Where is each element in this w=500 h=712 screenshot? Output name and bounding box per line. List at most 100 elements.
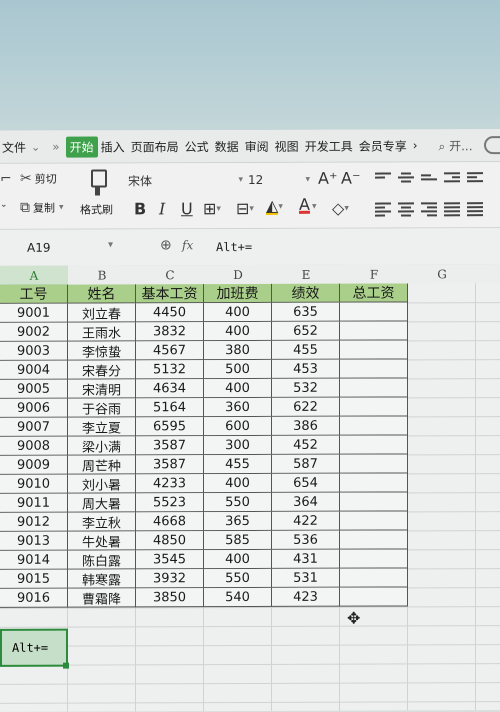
table-cell[interactable]: 李立秋 bbox=[68, 512, 136, 532]
table-cell[interactable]: 652 bbox=[272, 321, 340, 341]
table-cell[interactable]: 9010 bbox=[0, 474, 68, 494]
table-header-cell[interactable]: 基本工资 bbox=[136, 284, 204, 304]
table-cell[interactable]: 500 bbox=[204, 359, 272, 380]
table-cell[interactable] bbox=[340, 359, 408, 379]
align-right-icon[interactable] bbox=[421, 200, 437, 217]
tab-home[interactable]: 开始 bbox=[65, 136, 98, 158]
indent-icon[interactable] bbox=[444, 170, 460, 184]
table-cell[interactable]: 431 bbox=[272, 549, 340, 569]
table-cell[interactable]: 9011 bbox=[0, 493, 68, 513]
column-header-d[interactable]: D bbox=[204, 264, 273, 285]
table-cell[interactable]: 422 bbox=[272, 511, 340, 531]
double-chevron-icon[interactable]: » bbox=[46, 140, 65, 154]
table-cell[interactable]: 3545 bbox=[136, 550, 204, 570]
table-cell[interactable] bbox=[340, 302, 408, 322]
font-size-select[interactable]: 12 ▾ bbox=[236, 170, 310, 190]
table-cell[interactable]: 3932 bbox=[136, 569, 204, 589]
table-cell[interactable]: 532 bbox=[272, 378, 340, 398]
table-cell[interactable]: 3850 bbox=[136, 588, 204, 608]
table-cell[interactable] bbox=[340, 473, 408, 493]
table-cell[interactable]: 453 bbox=[272, 359, 340, 379]
font-color-button[interactable]: A ▾ bbox=[299, 195, 316, 214]
table-cell[interactable]: 380 bbox=[204, 340, 272, 361]
table-header-cell[interactable]: 工号 bbox=[0, 284, 68, 304]
table-cell[interactable]: 李立夏 bbox=[68, 417, 136, 437]
table-cell[interactable]: 550 bbox=[204, 492, 272, 513]
table-cell[interactable]: 9004 bbox=[0, 360, 68, 380]
table-cell[interactable]: 5164 bbox=[136, 398, 204, 418]
table-cell[interactable]: 423 bbox=[272, 587, 340, 607]
table-cell[interactable]: 4233 bbox=[136, 474, 204, 494]
table-cell[interactable]: 李惊蛰 bbox=[68, 341, 136, 361]
chevron-down-icon[interactable]: ⌄ bbox=[29, 140, 46, 153]
table-cell[interactable] bbox=[340, 587, 408, 607]
align-bottom-icon[interactable] bbox=[421, 172, 437, 186]
table-cell[interactable] bbox=[340, 321, 408, 341]
copy-dropdown-icon[interactable]: ▾ bbox=[59, 203, 64, 213]
table-cell[interactable]: 王雨水 bbox=[68, 322, 136, 342]
search-box[interactable]: ⌕ 开... bbox=[439, 137, 473, 154]
table-cell[interactable]: 4634 bbox=[136, 379, 204, 399]
chevron-right-icon[interactable]: › bbox=[410, 138, 421, 152]
table-cell[interactable]: 周大暑 bbox=[68, 493, 136, 513]
table-cell[interactable]: 韩寒露 bbox=[68, 569, 136, 589]
tab-developer[interactable]: 开发工具 bbox=[302, 137, 356, 154]
italic-button[interactable]: I bbox=[159, 199, 165, 218]
align-middle-icon[interactable] bbox=[398, 170, 414, 184]
distributed-align-icon[interactable] bbox=[467, 200, 483, 217]
table-cell[interactable]: 540 bbox=[204, 587, 272, 608]
table-cell[interactable]: 400 bbox=[204, 473, 272, 494]
clear-button[interactable]: ◇ ▾ bbox=[332, 199, 349, 218]
table-cell[interactable]: 455 bbox=[204, 454, 272, 475]
underline-button[interactable]: U bbox=[181, 199, 193, 218]
table-cell[interactable]: 9012 bbox=[0, 512, 68, 532]
align-center-icon[interactable] bbox=[398, 200, 414, 217]
column-header-c[interactable]: C bbox=[136, 265, 205, 285]
table-cell[interactable]: 400 bbox=[204, 302, 272, 323]
zoom-icon[interactable]: ⊕ bbox=[160, 237, 172, 253]
table-header-cell[interactable]: 总工资 bbox=[340, 283, 408, 303]
tab-insert[interactable]: 插入 bbox=[98, 138, 128, 155]
table-cell[interactable]: 300 bbox=[204, 435, 272, 456]
table-cell[interactable]: 9003 bbox=[0, 341, 68, 361]
justify-icon[interactable] bbox=[444, 200, 460, 217]
bold-button[interactable]: B bbox=[134, 199, 146, 218]
table-cell[interactable]: 654 bbox=[272, 473, 340, 493]
table-cell[interactable]: 5132 bbox=[136, 360, 204, 380]
format-painter-icon[interactable] bbox=[88, 169, 108, 196]
tab-review[interactable]: 审阅 bbox=[242, 137, 272, 154]
table-cell[interactable]: 9013 bbox=[0, 531, 68, 551]
table-cell[interactable]: 周芒种 bbox=[68, 455, 136, 475]
function-icon[interactable]: fx bbox=[182, 238, 193, 252]
table-header-cell[interactable]: 绩效 bbox=[272, 283, 340, 303]
table-cell[interactable] bbox=[340, 568, 408, 588]
table-cell[interactable]: 600 bbox=[204, 416, 272, 437]
align-top-icon[interactable] bbox=[375, 171, 391, 185]
table-cell[interactable]: 宋春分 bbox=[68, 360, 136, 380]
table-cell[interactable]: 9001 bbox=[0, 303, 68, 323]
table-cell[interactable]: 400 bbox=[204, 549, 272, 570]
cloud-icon[interactable] bbox=[484, 136, 500, 155]
tab-page-layout[interactable]: 页面布局 bbox=[128, 138, 182, 155]
worksheet-grid[interactable]: A B C D E F G 工号 姓名 基本工资 加班费 绩效 总工资 9001 刘立春 4450 400 635… bbox=[0, 264, 500, 712]
table-cell[interactable]: 9009 bbox=[0, 455, 68, 475]
table-cell[interactable]: 4450 bbox=[136, 303, 204, 323]
table-cell[interactable]: 3587 bbox=[136, 436, 204, 456]
column-header-e[interactable]: E bbox=[272, 264, 341, 284]
table-cell[interactable] bbox=[340, 454, 408, 474]
table-cell[interactable]: 622 bbox=[272, 397, 340, 417]
table-cell[interactable]: 386 bbox=[272, 416, 340, 436]
table-cell[interactable]: 5523 bbox=[136, 493, 204, 513]
table-cell[interactable] bbox=[340, 397, 408, 417]
tab-formulas[interactable]: 公式 bbox=[182, 138, 212, 155]
table-cell[interactable]: 4567 bbox=[136, 341, 204, 361]
table-cell[interactable]: 9006 bbox=[0, 398, 68, 418]
table-cell[interactable] bbox=[340, 435, 408, 455]
align-left-icon[interactable] bbox=[375, 201, 391, 217]
table-cell[interactable] bbox=[340, 530, 408, 550]
font-name-select[interactable]: 宋体 ▾ bbox=[128, 170, 243, 190]
table-cell[interactable]: 9016 bbox=[0, 588, 68, 608]
table-cell[interactable] bbox=[340, 511, 408, 531]
table-cell[interactable]: 364 bbox=[272, 492, 340, 512]
table-cell[interactable]: 585 bbox=[204, 530, 272, 551]
